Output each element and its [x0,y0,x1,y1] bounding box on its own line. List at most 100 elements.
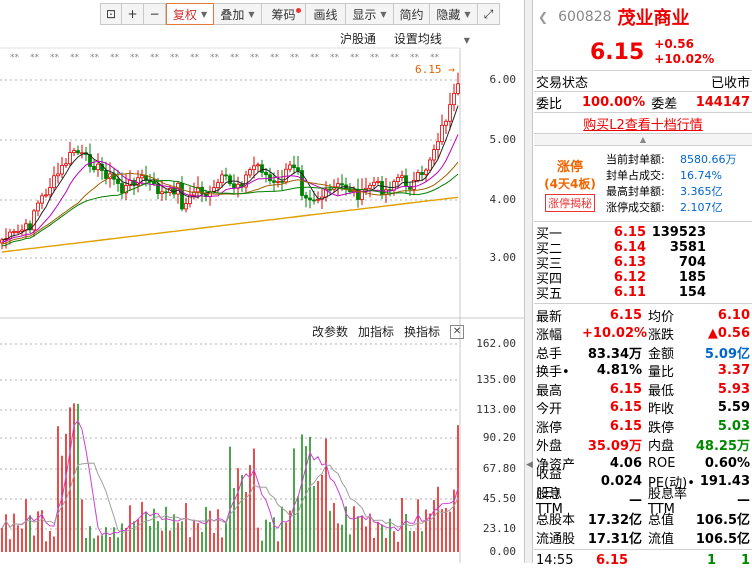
limit-row-value: 3.365亿 [680,184,723,198]
candle-body [420,172,424,175]
candle-body [428,159,432,171]
event-marker: ** [430,53,440,63]
price-axis-label: 6.00 [489,73,517,86]
candle-body [392,181,396,191]
event-marker: ** [130,53,140,63]
edit-params-button[interactable]: 改参数 [312,323,348,340]
candle-body [288,164,292,170]
change-indicator-button[interactable]: 换指标 [404,323,440,340]
stat-value: 6.15 [609,400,642,416]
candle-body [372,181,376,186]
panel-splitter[interactable]: ◀ [525,0,533,563]
stat-row: 涨幅 +10.02% 涨跌 ▲0.56 [534,325,752,344]
back-arrow-icon[interactable]: ❮ [538,10,548,24]
stock-header: ❮ 600828 茂业商业 [534,0,752,34]
l2-link[interactable]: 购买L2查看十档行情 [583,114,703,133]
stat-value: 191.43 [699,474,750,490]
tick-row: 14:55 6.15 1 1 [534,548,752,571]
candle-body [404,175,408,187]
ma5-line [1,105,459,241]
limit-row-label: 涨停成交额: [606,200,665,214]
candle-body [20,229,24,232]
volume-axis-label: 90.20 [482,431,516,444]
limit-up-reveal-button[interactable]: 涨停揭秘 [545,193,595,212]
price-axis-label: 5.00 [489,133,517,146]
candle-body [312,199,316,202]
event-marker: ** [90,53,100,63]
candle-body [152,181,156,185]
weibi-label: 委比 [536,96,563,112]
candle-body [164,191,168,194]
candle-body [228,175,232,185]
stat-value: 6.10 [717,307,750,323]
stat-row: 最新 6.15 均价 6.10 [534,306,752,325]
event-marker: ** [210,53,220,63]
volume-axis-label: 113.00 [476,403,516,416]
event-marker: ** [190,53,200,63]
event-marker: ** [150,53,160,63]
candle-body [232,183,236,189]
limit-row: 封单占成交: 16.74% [606,168,752,184]
candle-body [296,167,300,171]
bid-volume: 3581 [669,240,706,255]
bid-volume: 139523 [651,225,706,240]
stat-label: 金额 [648,346,675,362]
event-marker: ** [410,53,420,63]
stat-label: 量比 [648,365,675,381]
price-change-pct: +10.02% [654,52,715,66]
candle-body [44,194,48,197]
candle-body [180,182,184,210]
event-marker: ** [390,53,400,63]
candle-body [252,165,256,171]
candle-body [60,164,64,175]
candle-body [396,177,400,183]
candle-body [48,187,52,196]
candle-body [72,150,76,153]
last-price: 6.15 [590,39,645,65]
candle-body [436,141,440,151]
bid-row[interactable]: 买五 6.11 154 [534,285,752,302]
event-marker: ** [230,53,240,63]
event-marker: ** [50,53,60,63]
limit-row-value: 2.107亿 [680,200,723,214]
collapse-toggle[interactable]: ▲ [534,133,752,145]
status-value: 已收市 [710,75,750,91]
event-marker: ** [350,53,360,63]
candle-body [260,164,264,173]
stat-label: 涨幅 [536,328,563,344]
stat-label: 总手 [536,346,563,362]
status-label: 交易状态 [536,75,589,91]
stat-row: 股息TTM — 股息率TTM — [534,487,752,517]
stat-value: 35.09万 [587,439,642,455]
tick-time: 14:55 [536,552,574,568]
stat-value: 5.09亿 [704,346,750,362]
collapse-arrow-icon[interactable]: ◀ [526,460,533,470]
candle-body [220,174,224,184]
candle-body [308,197,312,201]
stat-label: 涨跌 [648,328,675,344]
stock-code: 600828 [558,9,612,25]
stat-value: 4.06 [609,455,642,471]
add-indicator-button[interactable]: 加指标 [358,323,394,340]
stat-label: 内盘 [648,439,675,455]
candle-body [96,163,100,171]
stat-value: 106.5亿 [695,531,750,547]
close-icon[interactable]: ✕ [450,324,465,339]
candle-body [52,175,56,188]
price-block: 6.15 +0.56 +10.02% [534,34,752,70]
candle-body [292,164,296,169]
event-marker: ** [30,53,40,63]
candle-body [272,180,276,183]
stat-label: 最高 [536,383,563,399]
candle-body [76,150,80,154]
kline-chart-area[interactable]: ⊡ + − 复权 ▼ 叠加 ▼ 筹码 画线 显示 ▼ 简约 隐藏 ▼ ⤢ 沪股通 设置均线 ▼ ** ** **… [0,0,525,563]
volume-axis-label: 45.50 [482,492,516,505]
bid-price: 6.12 [613,270,646,285]
event-marker: ** [310,53,320,63]
event-marker: ** [70,53,80,63]
event-marker: ** [250,53,260,63]
stat-value: 17.32亿 [587,513,642,529]
stat-value: — [629,492,642,508]
current-price-marker: 6.15 → [415,63,455,76]
candle-body [256,164,260,167]
